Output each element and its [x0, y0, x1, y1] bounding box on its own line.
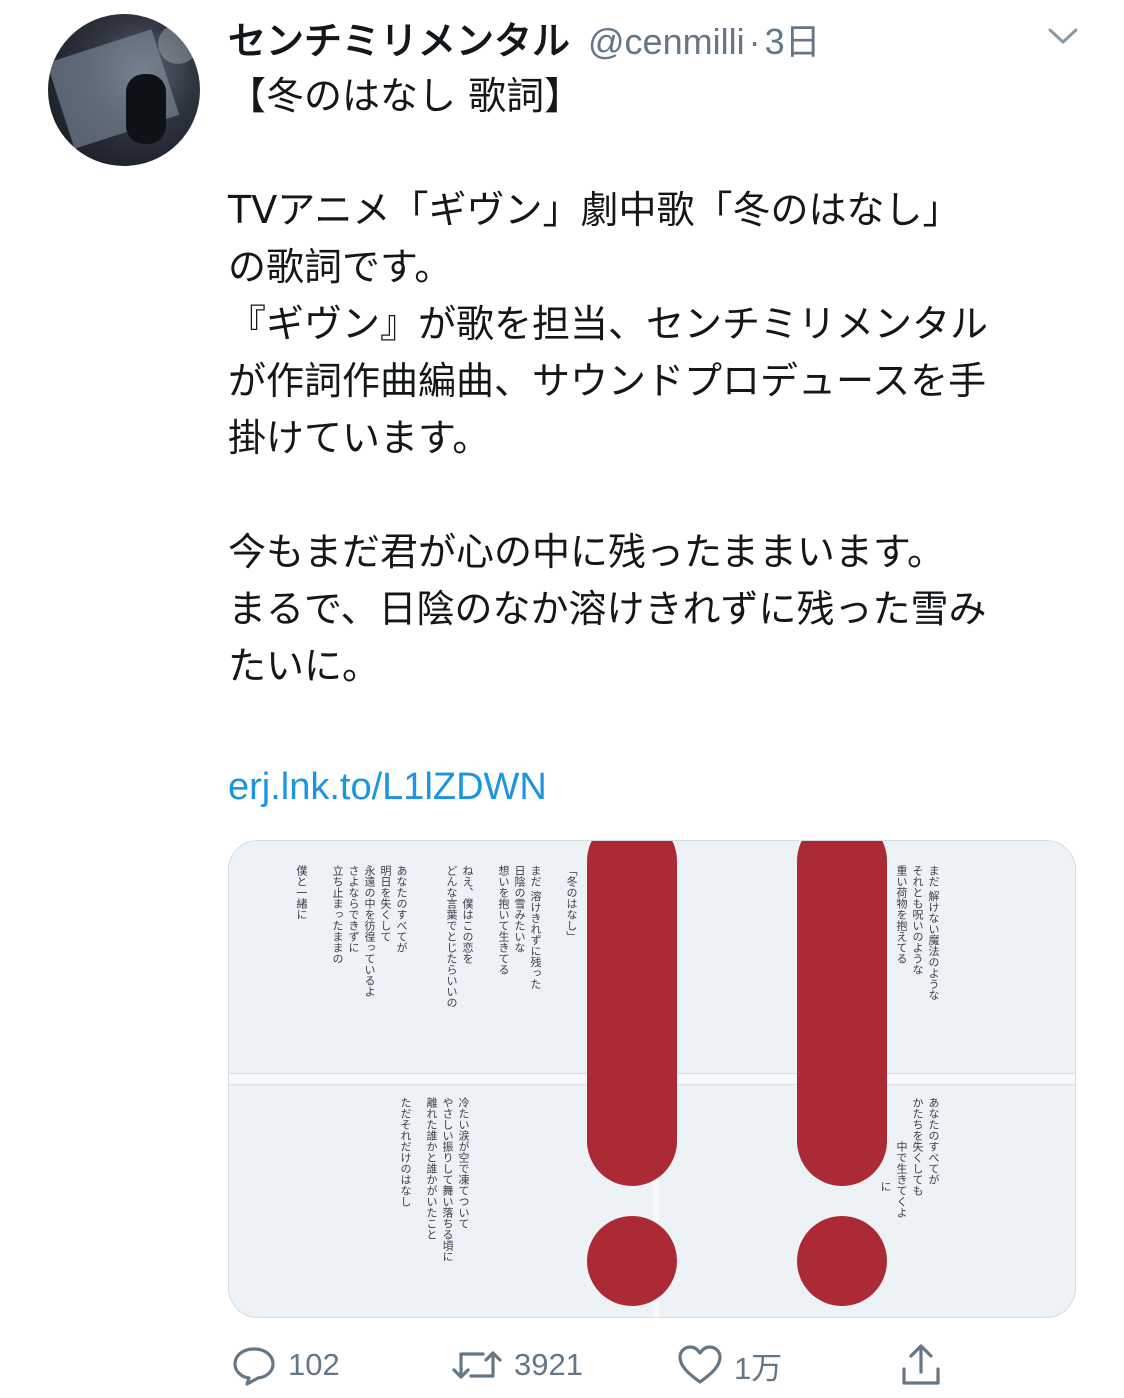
chevron-down-icon[interactable] [1042, 22, 1084, 50]
exclamation-dot [797, 1216, 887, 1306]
lyric-line: どんな言葉でとじたらいいの [445, 865, 458, 1008]
lyric-line: 想いを抱いて生きてる [497, 865, 510, 975]
reply-count: 102 [288, 1347, 340, 1382]
lyric-line: かたちを失くしても [911, 1097, 924, 1196]
lyric-line: 離れた誰かと誰かがいたこと [425, 1097, 438, 1240]
lyric-line: それとも呪いのような [911, 865, 924, 975]
timestamp[interactable]: 3日 [765, 13, 821, 65]
retweet-icon [452, 1351, 502, 1379]
avatar-photo-figure [126, 74, 166, 144]
media-image[interactable]: 「冬のはなし」 まだ 溶けきれずに残った 日陰の雪みたいな 想いを抱いて生きてる… [228, 840, 1076, 1318]
lyric-line: あなたのすべてが [927, 1097, 940, 1185]
retweet-count: 3921 [514, 1347, 583, 1382]
lyric-line: 永遠の中を彷徨っているよ [363, 865, 376, 997]
lyric-line: に [879, 1181, 892, 1192]
lyric-line: さよならできずに [347, 865, 360, 953]
handle[interactable]: @cenmilli [588, 21, 745, 63]
lyric-line: 明日を失くして [379, 865, 392, 942]
tweet-title: 【冬のはなし 歌詞】 [228, 74, 583, 118]
tweet-link[interactable]: erj.lnk.to/L1lZDWN [228, 762, 547, 812]
share-icon [902, 1344, 940, 1385]
separator-dot: · [748, 21, 761, 62]
lyric-line: 重い荷物を抱えてる [895, 865, 908, 964]
exclamation-dot [587, 1216, 677, 1306]
avatar[interactable] [48, 14, 200, 166]
lyric-line: 日陰の雪みたいな [513, 865, 526, 953]
avatar-photo-light [158, 24, 198, 64]
lyric-line: 立ち止まったままの [331, 865, 344, 964]
lyric-line: ねえ、僕はこの恋を [461, 865, 474, 964]
exclamation-bar [797, 841, 887, 1186]
like-count: 1万 [734, 1350, 783, 1386]
reply-button[interactable]: 102 [230, 1342, 340, 1388]
lyric-line: 中で生きてくよ [895, 1141, 908, 1218]
lyric-line: まだ 溶けきれずに残った [529, 865, 542, 990]
reply-icon [233, 1347, 275, 1386]
lyric-line: まだ 解けない魔法のような [927, 865, 940, 1001]
display-name[interactable]: センチミリメンタル [228, 10, 570, 65]
heart-icon [678, 1345, 722, 1384]
tweet-actions: 102 3921 1万 [0, 330, 1124, 1386]
exclamation-bar [587, 841, 677, 1186]
lyric-line: 僕と一緒に [295, 865, 308, 920]
lyric-line: やさしい振りして舞い落ちる頃に [441, 1097, 454, 1262]
tweet-paragraph-1: TVアニメ「ギヴン」劇中歌「冬のはなし」 の歌詞です。 『ギヴン』が歌を担当、セ… [228, 188, 989, 460]
lyric-line: 冷たい涙が空で凍てついて [457, 1097, 470, 1229]
like-button[interactable]: 1万 [676, 1342, 782, 1388]
retweet-button[interactable]: 3921 [450, 1342, 583, 1388]
tweet-header: センチミリメンタル @cenmilli · 3日 [228, 10, 821, 63]
share-button[interactable] [898, 1342, 944, 1388]
lyric-line: あなたのすべてが [395, 865, 408, 953]
lyric-line: 「冬のはなし」 [565, 865, 578, 942]
tweet-paragraph-2: 今もまだ君が心の中に残ったままいます。 まるで、日陰のなか溶けきれずに残った雪み… [228, 530, 987, 688]
lyric-line: ただそれだけのはなし [399, 1097, 412, 1207]
